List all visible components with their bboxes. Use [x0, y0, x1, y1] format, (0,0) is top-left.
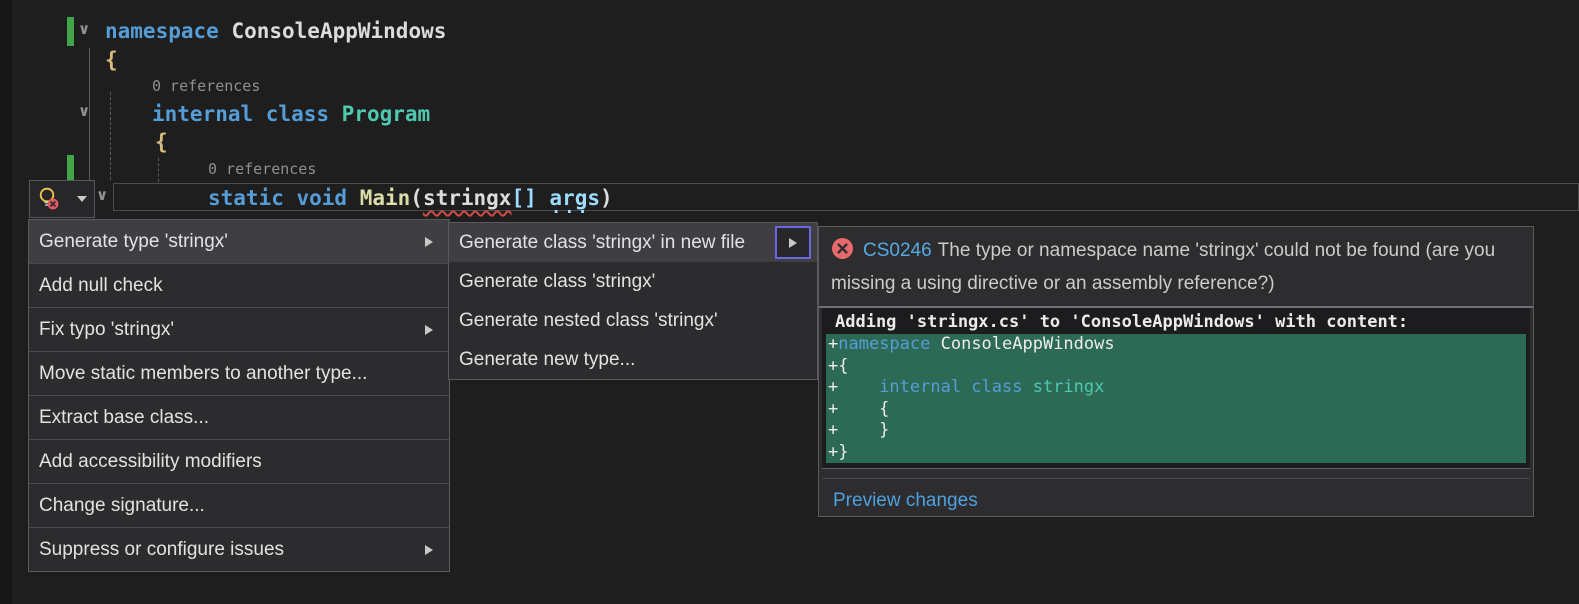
menu-item-label: Generate nested class 'stringx' — [459, 310, 807, 332]
generate-type-submenu: Generate class 'stringx' in new file Gene… — [448, 222, 818, 380]
suggestion-dots: ... — [551, 198, 591, 218]
code-token-kw: namespace — [838, 334, 930, 354]
code-token-param: [] — [511, 186, 536, 210]
code-token-text: ConsoleAppWindows — [930, 334, 1114, 354]
menu-item-label: Generate class 'stringx' — [459, 271, 807, 293]
menu-item-label: Generate new type... — [459, 349, 807, 371]
menu-item-fix-typo[interactable]: Fix typo 'stringx' — [29, 307, 449, 351]
code-token-text: ) — [600, 186, 613, 210]
indent-guide-line — [110, 92, 111, 180]
code-token-text: + { — [828, 399, 889, 419]
code-token-brace: { — [155, 130, 168, 154]
change-preview: Adding 'stringx.cs' to 'ConsoleAppWindow… — [822, 308, 1530, 469]
codelens-main[interactable]: 0 references — [208, 159, 316, 179]
lightbulb-dropdown-arrow-icon[interactable] — [77, 196, 87, 202]
code-token-text: + — [828, 334, 838, 354]
menu-item-change-signature[interactable]: Change signature... — [29, 483, 449, 527]
code-token-kw: namespace — [105, 19, 231, 43]
menu-item-label: Add null check — [39, 275, 439, 297]
diff-added-line: + } — [826, 420, 1526, 442]
code-token-text: + — [828, 377, 879, 397]
collapse-chevron-icon[interactable]: ∨ — [96, 188, 108, 203]
code-token-text: ( — [410, 186, 423, 210]
menu-item-add-accessibility-modifiers[interactable]: Add accessibility modifiers — [29, 439, 449, 483]
collapse-chevron-icon[interactable]: ∨ — [78, 104, 90, 119]
code-token-err: stringx — [423, 186, 512, 210]
menu-item-extract-base-class[interactable]: Extract base class... — [29, 395, 449, 439]
submenu-arrow-icon — [425, 545, 433, 555]
menu-item-suppress-or-configure-issues[interactable]: Suppress or configure issues — [29, 527, 449, 571]
menu-item-label: Move static members to another type... — [39, 363, 439, 385]
line-class-open-brace: { — [155, 128, 168, 156]
diff-added-line: +} — [826, 442, 1526, 464]
menu-item-generate-type[interactable]: Generate type 'stringx' — [29, 220, 449, 263]
submenu-arrow-icon — [425, 237, 433, 247]
codelens-program[interactable]: 0 references — [152, 76, 260, 96]
diff-added-line: +{ — [826, 356, 1526, 378]
code-token-kw: internal class — [879, 377, 1033, 397]
menu-item-label: Suppress or configure issues — [39, 539, 425, 561]
code-token-text: +{ — [828, 356, 848, 376]
fix-preview-panel: CS0246The type or namespace name 'string… — [818, 226, 1534, 517]
adding-file-line: Adding 'stringx.cs' to 'ConsoleAppWindow… — [826, 311, 1526, 334]
visual-studio-editor-window: ∨ ∨ ∨ namespace ConsoleAppWindows {0 refe… — [0, 0, 1579, 604]
menu-item-label: Add accessibility modifiers — [39, 451, 439, 473]
submenu-item-generate-new-type[interactable]: Generate new type... — [449, 340, 817, 379]
menu-item-label: Generate type 'stringx' — [39, 231, 425, 253]
error-icon — [831, 237, 854, 269]
submenu-item-generate-nested-class[interactable]: Generate nested class 'stringx' — [449, 301, 817, 340]
code-token-text: +} — [828, 442, 848, 462]
menu-item-label: Fix typo 'stringx' — [39, 319, 425, 341]
flyout-arrow-icon — [789, 238, 797, 248]
quick-actions-menu: Generate type 'stringx' Add null check Fix… — [28, 219, 450, 572]
line-namespace-open-brace: { — [105, 46, 118, 74]
submenu-item-generate-class[interactable]: Generate class 'stringx' — [449, 262, 817, 301]
menu-item-add-null-check[interactable]: Add null check — [29, 263, 449, 307]
code-token-brace: { — [105, 48, 118, 72]
menu-item-label: Change signature... — [39, 495, 439, 517]
code-token-kw: static void — [208, 186, 360, 210]
code-token-type: stringx — [1033, 377, 1105, 397]
diagnostic-header: CS0246The type or namespace name 'string… — [819, 227, 1533, 308]
code-token-kw: internal class — [152, 102, 342, 126]
preview-flyout-button[interactable] — [775, 226, 811, 259]
menu-item-label: Extract base class... — [39, 407, 439, 429]
quick-actions-lightbulb-button[interactable] — [29, 180, 95, 218]
code-token-text: + } — [828, 420, 889, 440]
code-token-text — [537, 186, 550, 210]
code-token-lens: 0 references — [152, 77, 260, 95]
collapse-chevron-icon[interactable]: ∨ — [78, 22, 90, 37]
diff-added-line: + { — [826, 399, 1526, 421]
line-namespace: namespace ConsoleAppWindows — [105, 17, 446, 45]
change-bar — [67, 17, 74, 46]
submenu-arrow-icon — [425, 325, 433, 335]
diff-added-line: + internal class stringx — [826, 377, 1526, 399]
diff-added-line: +namespace ConsoleAppWindows — [826, 334, 1526, 356]
submenu-item-generate-class-in-new-file[interactable]: Generate class 'stringx' in new file — [449, 223, 817, 262]
code-token-text: ConsoleAppWindows — [231, 19, 446, 43]
preview-changes-link[interactable]: Preview changes — [833, 490, 978, 511]
error-code: CS0246 — [863, 240, 932, 261]
code-token-type: Program — [342, 102, 431, 126]
code-token-method: Main — [360, 186, 411, 210]
indent-guide-line — [158, 158, 159, 182]
diff-added-block: +namespace ConsoleAppWindows+{+ internal… — [826, 334, 1526, 463]
panel-footer: Preview changes — [822, 478, 1530, 517]
line-class-program: internal class Program — [152, 100, 430, 128]
lightbulb-error-icon — [36, 186, 62, 212]
code-token-lens: 0 references — [208, 160, 316, 178]
menu-item-move-static-members[interactable]: Move static members to another type... — [29, 351, 449, 395]
menu-item-label: Generate class 'stringx' in new file — [459, 232, 775, 254]
